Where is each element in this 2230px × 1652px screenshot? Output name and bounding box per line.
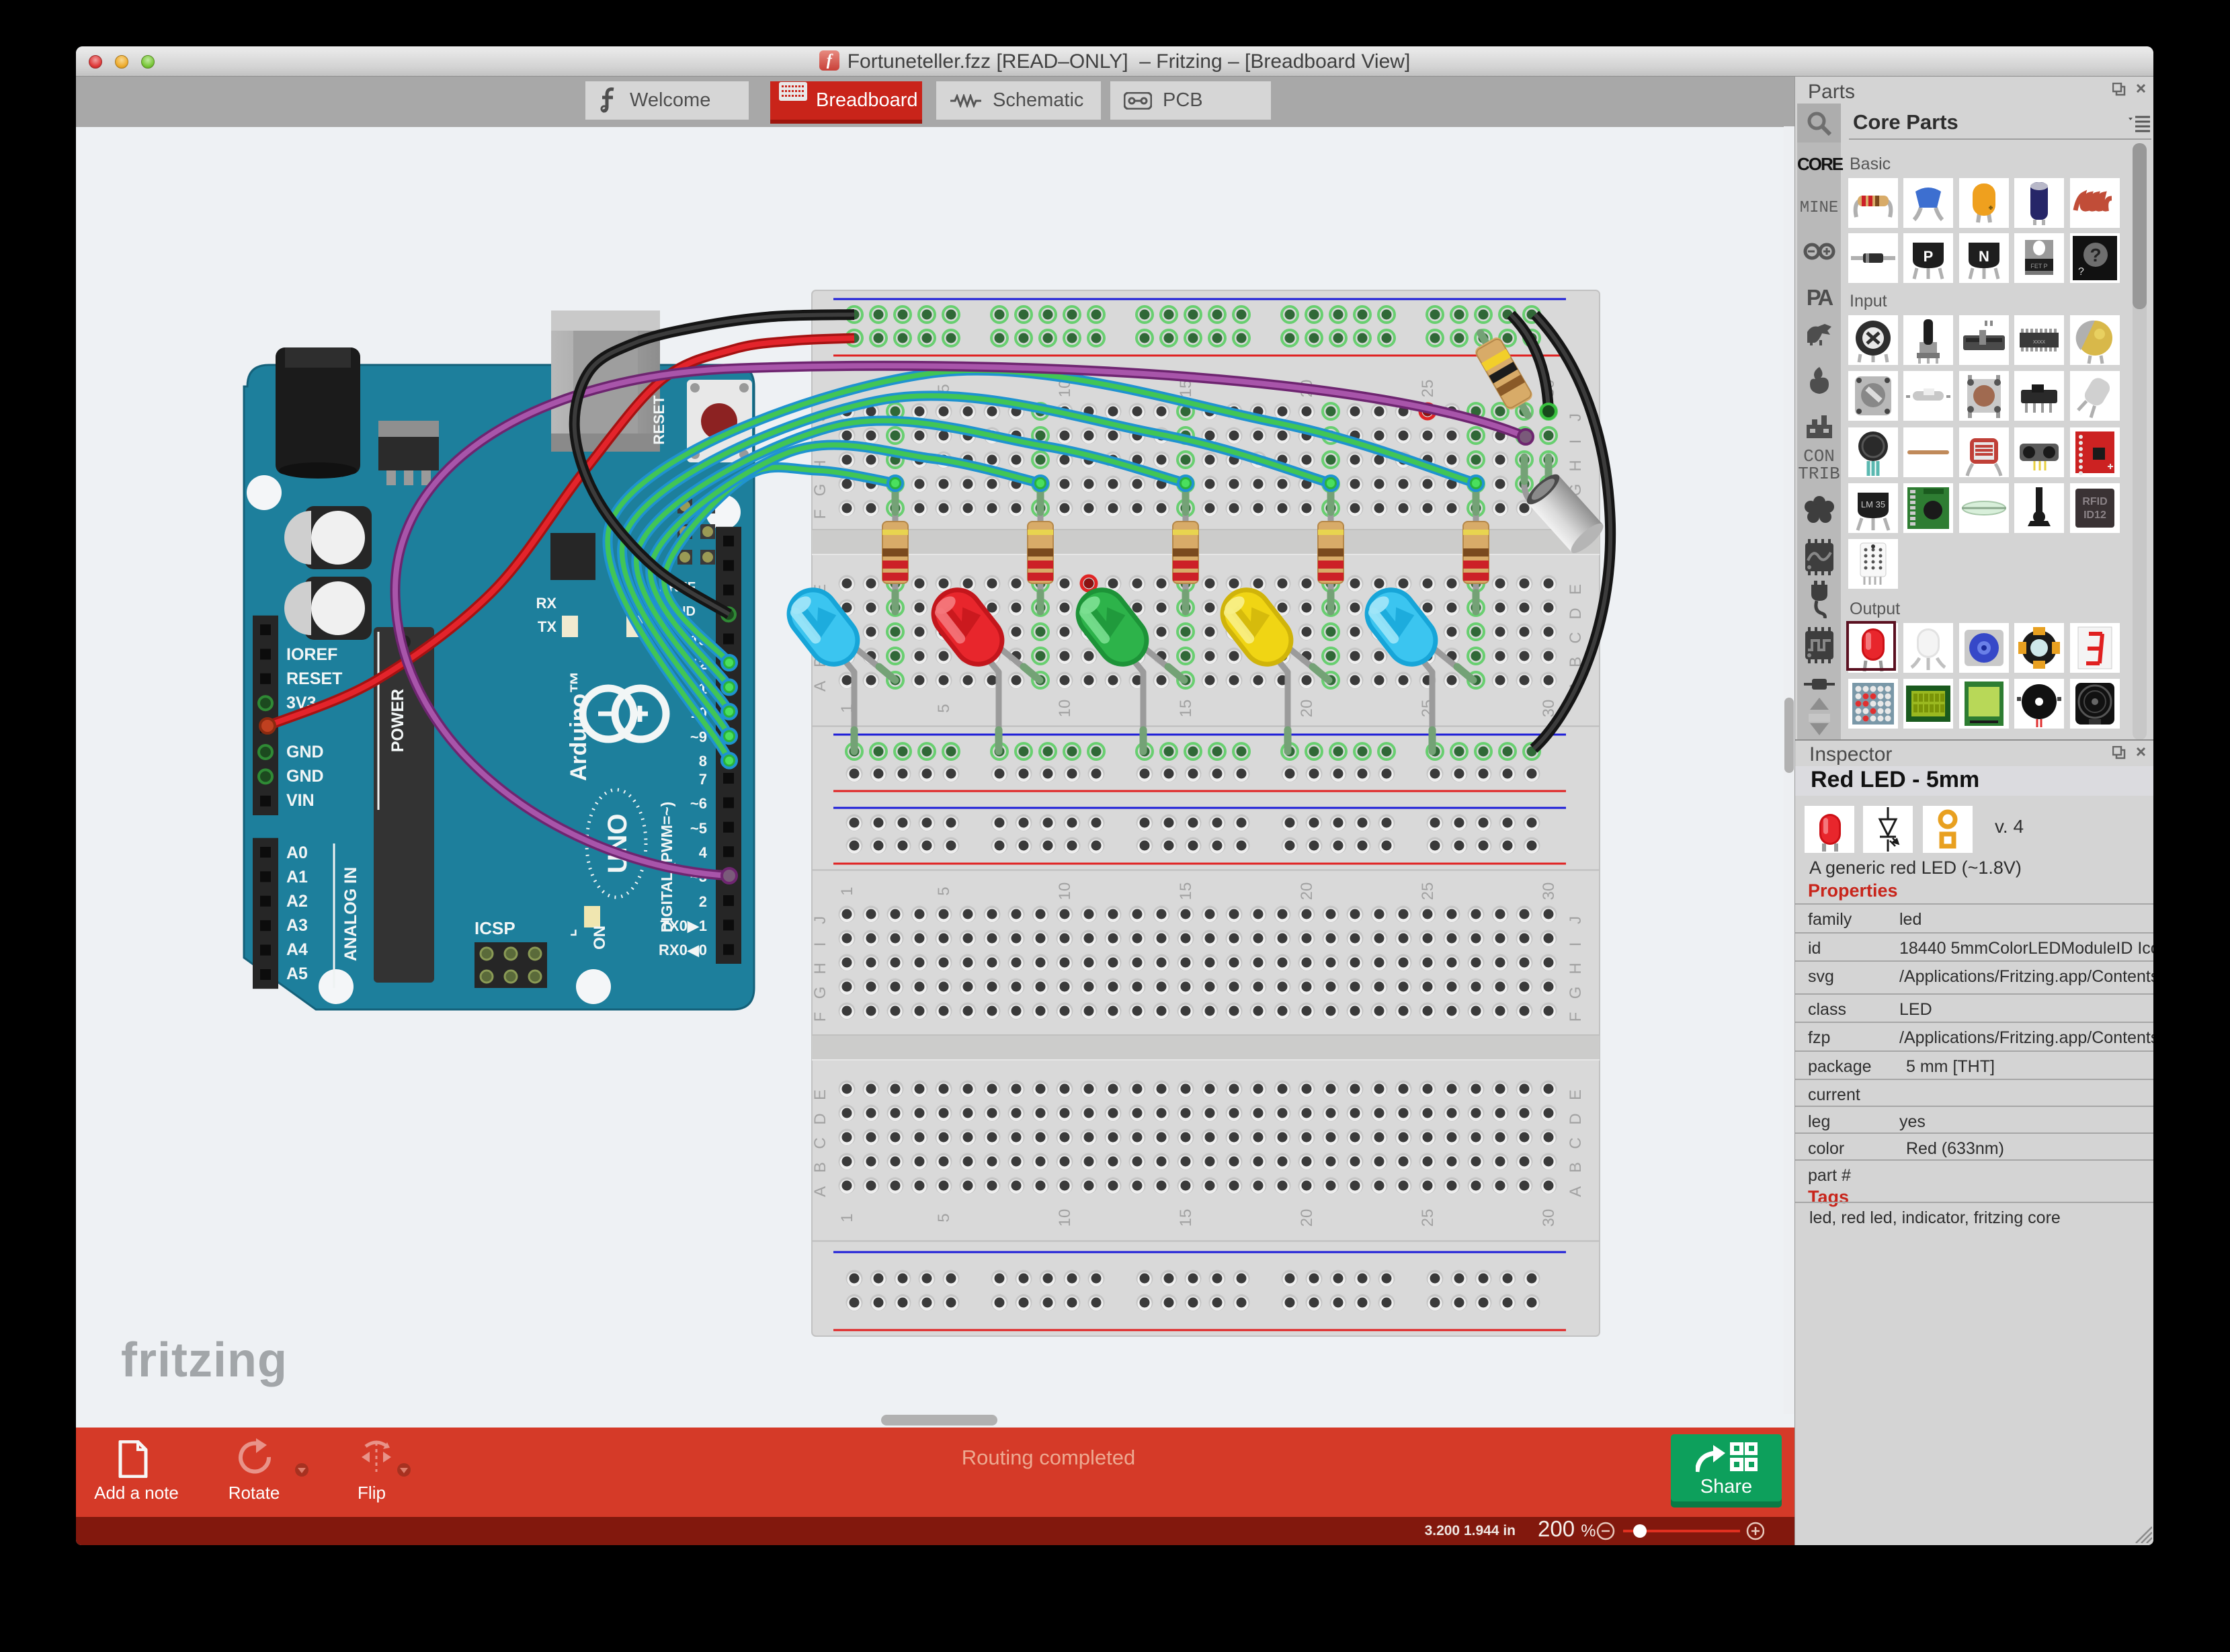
svg-text:15: 15 xyxy=(1177,700,1195,718)
svg-text:TX: TX xyxy=(538,618,556,635)
svg-text:LM 35: LM 35 xyxy=(1861,499,1885,509)
svg-text:F: F xyxy=(1567,1012,1585,1022)
svg-text:E: E xyxy=(1567,1089,1585,1100)
svg-text:8: 8 xyxy=(699,753,707,770)
svg-text:J: J xyxy=(1567,413,1585,421)
svg-text:A: A xyxy=(1567,1186,1585,1197)
svg-text:25: 25 xyxy=(1419,882,1437,901)
svg-text:FET P: FET P xyxy=(2030,263,2047,270)
svg-text:15: 15 xyxy=(1177,882,1195,901)
svg-text:VIN: VIN xyxy=(286,791,315,810)
svg-text:B: B xyxy=(1567,1162,1585,1173)
svg-text:RESET: RESET xyxy=(651,395,667,445)
svg-text:RFID: RFID xyxy=(2082,496,2107,507)
svg-text:C: C xyxy=(1567,1137,1585,1149)
svg-text:IOREF: IOREF xyxy=(286,645,337,664)
svg-text:?: ? xyxy=(2090,245,2101,265)
svg-text:5: 5 xyxy=(935,886,953,895)
svg-text:H: H xyxy=(1567,962,1585,974)
svg-text:A: A xyxy=(811,681,829,692)
svg-text:A2: A2 xyxy=(286,892,308,911)
svg-text:?: ? xyxy=(2078,266,2084,278)
svg-text:Arduino™: Arduino™ xyxy=(566,671,591,781)
svg-text:B: B xyxy=(811,1162,829,1173)
svg-text:ID12: ID12 xyxy=(2083,509,2106,521)
svg-text:10: 10 xyxy=(1056,882,1074,901)
svg-text:N: N xyxy=(1979,248,1989,265)
svg-text:A0: A0 xyxy=(286,843,308,862)
svg-text:2: 2 xyxy=(699,893,707,910)
svg-text:E: E xyxy=(1567,584,1585,595)
svg-text:7: 7 xyxy=(699,771,707,788)
svg-text:25: 25 xyxy=(1419,380,1437,398)
svg-text:A5: A5 xyxy=(286,964,308,983)
svg-text:UNO: UNO xyxy=(603,814,632,874)
svg-text:RX: RX xyxy=(536,595,556,612)
svg-text:A3: A3 xyxy=(286,916,308,935)
svg-text:fritzing: fritzing xyxy=(121,1333,288,1387)
svg-text:E: E xyxy=(811,1089,829,1100)
svg-text:A: A xyxy=(811,1186,829,1197)
svg-text:20: 20 xyxy=(1298,1209,1316,1227)
svg-text:GND: GND xyxy=(286,743,324,761)
svg-text:J: J xyxy=(811,916,829,924)
svg-text:~5: ~5 xyxy=(690,820,707,837)
svg-text:J: J xyxy=(1567,916,1585,924)
svg-text:4: 4 xyxy=(699,844,708,861)
svg-text:30: 30 xyxy=(1540,1209,1558,1227)
svg-text:D: D xyxy=(811,1113,829,1124)
svg-text:GND: GND xyxy=(286,767,324,786)
svg-text:H: H xyxy=(811,962,829,974)
svg-text:~6: ~6 xyxy=(690,795,707,812)
svg-text:D: D xyxy=(1567,608,1585,619)
svg-text:P: P xyxy=(1924,248,1934,265)
svg-text:C: C xyxy=(1567,632,1585,643)
svg-text:A4: A4 xyxy=(286,940,308,959)
svg-text:30: 30 xyxy=(1540,882,1558,901)
svg-text:F: F xyxy=(811,1012,829,1022)
svg-text:20: 20 xyxy=(1298,882,1316,901)
svg-text:10: 10 xyxy=(1056,700,1074,718)
svg-text:⌟: ⌟ xyxy=(570,920,577,938)
svg-text:I: I xyxy=(811,942,829,947)
svg-text:F: F xyxy=(811,509,829,520)
svg-text:ANALOG IN: ANALOG IN xyxy=(341,867,360,961)
svg-text:ON: ON xyxy=(591,925,609,950)
svg-text:1: 1 xyxy=(838,1213,856,1222)
svg-text:5: 5 xyxy=(935,1213,953,1222)
svg-text:5: 5 xyxy=(935,704,953,712)
svg-text:15: 15 xyxy=(1177,1209,1195,1227)
svg-text:10: 10 xyxy=(1056,1209,1074,1227)
svg-text:G: G xyxy=(811,987,829,999)
svg-text:25: 25 xyxy=(1419,1209,1437,1227)
svg-text:xxxx: xxxx xyxy=(2033,338,2046,345)
svg-text:20: 20 xyxy=(1298,700,1316,718)
svg-text:C: C xyxy=(811,1137,829,1149)
svg-text:A1: A1 xyxy=(286,868,308,886)
svg-text:G: G xyxy=(1567,987,1585,999)
svg-text:POWER: POWER xyxy=(388,689,407,752)
svg-text:H: H xyxy=(1567,460,1585,471)
svg-text:1: 1 xyxy=(838,886,856,895)
svg-text:I: I xyxy=(1567,440,1585,444)
svg-text:RESET: RESET xyxy=(286,669,342,688)
svg-text:ICSP: ICSP xyxy=(474,918,515,938)
svg-text:RX0◀0: RX0◀0 xyxy=(659,942,707,958)
svg-text:D: D xyxy=(1567,1113,1585,1124)
svg-text:G: G xyxy=(811,484,829,497)
svg-text:I: I xyxy=(1567,942,1585,947)
